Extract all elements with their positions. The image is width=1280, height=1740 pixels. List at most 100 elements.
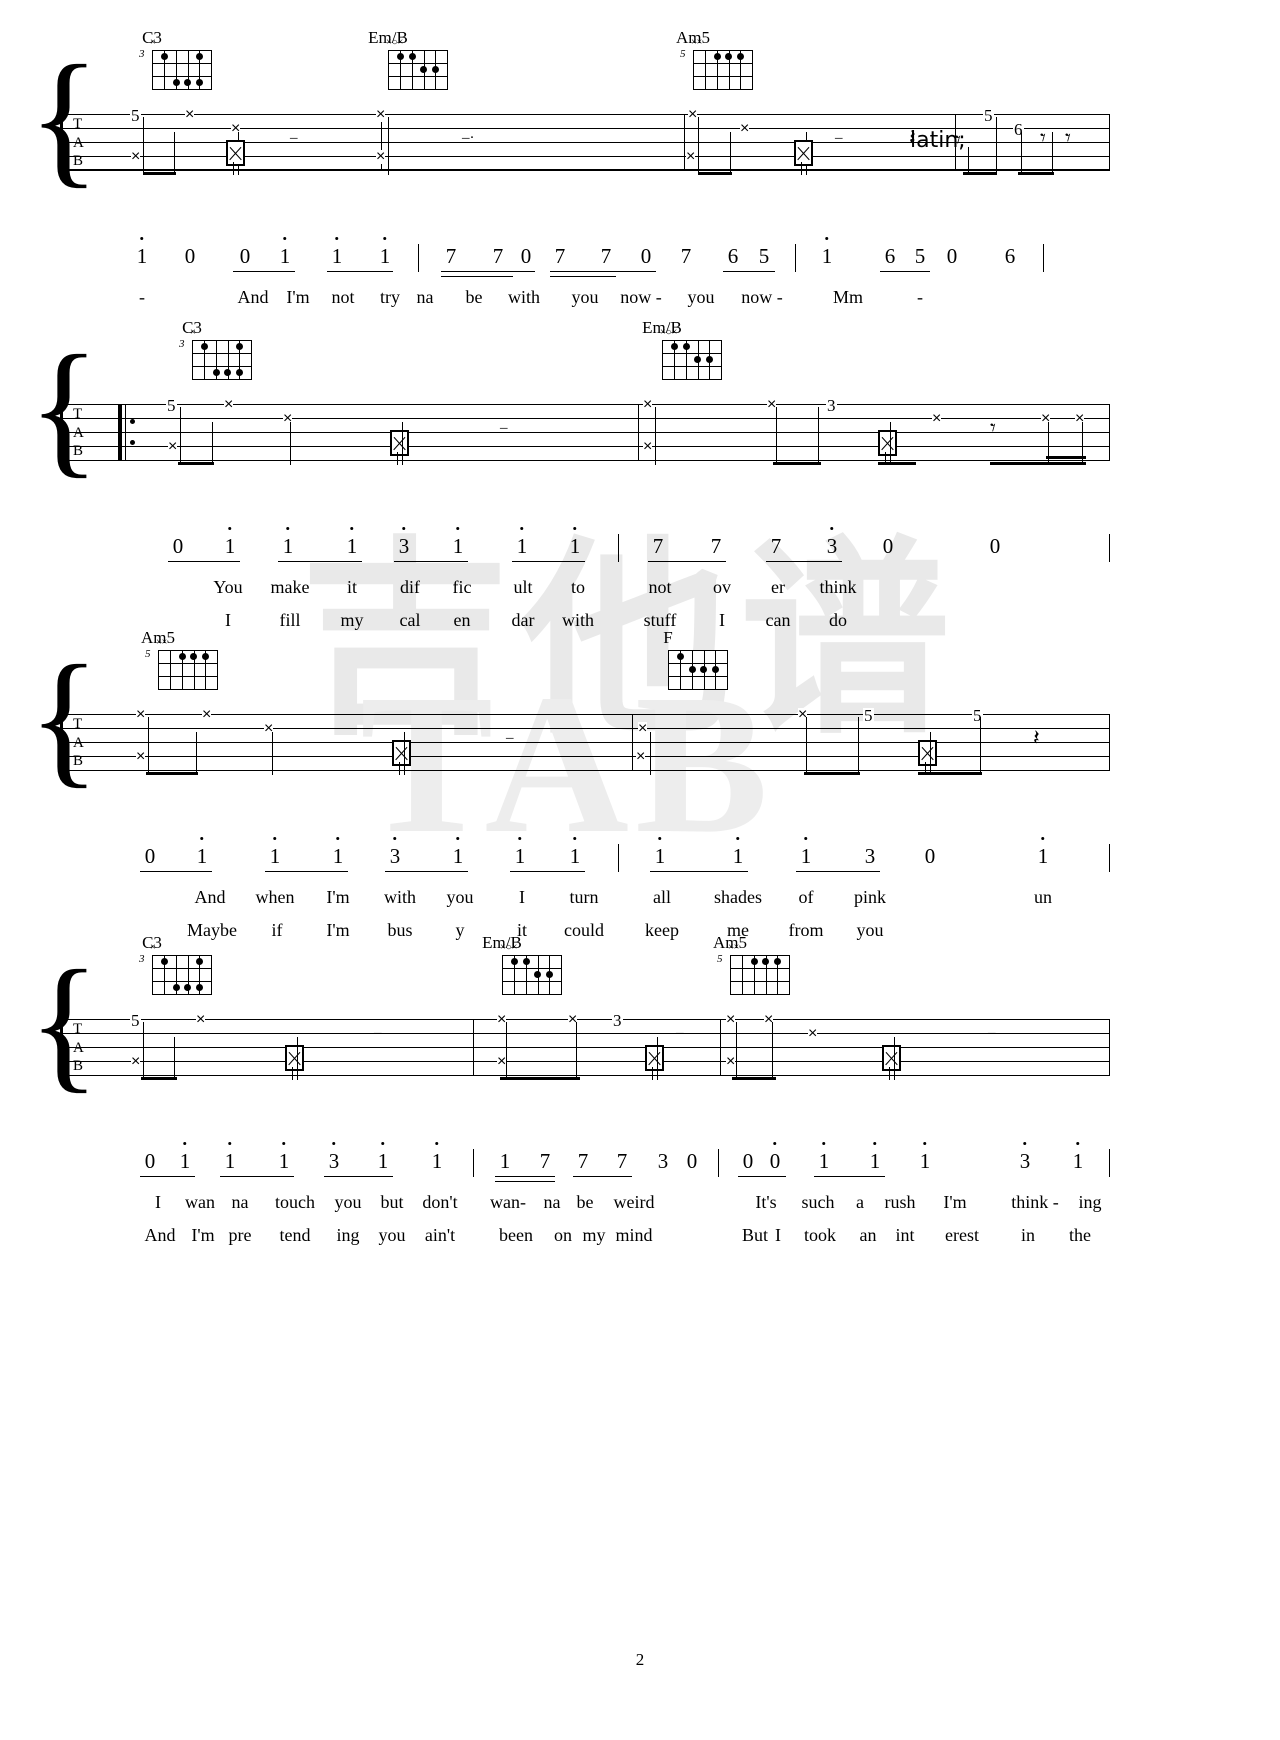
- lyric-syllable: I: [719, 611, 725, 629]
- system-3: Am5 5 ×× F {T A B × × × × – × × × 5 5 𝄽…: [0, 630, 1280, 948]
- system-4: C3 3 × Em/B ×○× Am5 5 ×× {T A B 5 × × –…: [0, 935, 1280, 1253]
- jianpu-note: 6: [885, 246, 896, 267]
- lyric-syllable: when: [256, 888, 295, 906]
- lyric-syllable: na: [417, 288, 434, 306]
- lyric-syllable: you: [688, 288, 715, 306]
- jianpu-note: 1: [1073, 1151, 1084, 1172]
- octave-dot: [229, 1142, 232, 1145]
- lyric-syllable: I: [155, 1193, 161, 1211]
- jianpu-note: 7: [540, 1151, 551, 1172]
- lyric-syllable: the: [1069, 1226, 1091, 1244]
- jianpu-note: 1: [801, 846, 812, 867]
- lyric-syllable: You: [213, 578, 242, 596]
- octave-dot: [351, 527, 354, 530]
- octave-dot: [333, 1142, 336, 1145]
- barline: [632, 714, 633, 770]
- lyric-syllable: but: [380, 1193, 403, 1211]
- chord-diagram-row-2: C3 3 × Em/B ×○×: [0, 320, 1280, 382]
- chord-finger-dot: [712, 666, 719, 673]
- jianpu-note: 0: [947, 246, 958, 267]
- string-mute-marker: ××: [691, 38, 702, 48]
- chord-base-fret: 5: [680, 48, 686, 60]
- jianpu-note: 1: [733, 846, 744, 867]
- jianpu-note: 7: [446, 246, 457, 267]
- lyric-syllable: don't: [422, 1193, 457, 1211]
- lyric-syllable: touch: [275, 1193, 315, 1211]
- jianpu-row-1: 1 0 0 1 1 1 7 7 0 7 7 0 7 6 5 1 6 5 0 6: [0, 246, 1280, 280]
- jianpu-note: 1: [920, 1151, 931, 1172]
- tab-clef-t: T: [73, 717, 82, 732]
- barline: [60, 1019, 63, 1075]
- tab-mute-x: ×: [376, 150, 385, 164]
- lyrics-row-2-line1: You make it dif fic ult to not ov er thi…: [0, 578, 1280, 605]
- chord-finger-dot: [196, 53, 203, 60]
- lyric-syllable: think: [819, 578, 856, 596]
- lyric-syllable: pink: [854, 888, 886, 906]
- chord-diagram-row-1: C3 3 × Em/B ×○× Am5 5 ××: [0, 30, 1280, 92]
- tab-mute-x: ×: [185, 108, 194, 122]
- chord-grid: [152, 50, 212, 90]
- rest-symbol: 𝄾: [955, 132, 961, 150]
- lyric-syllable: you: [379, 1226, 406, 1244]
- chord-grid: [662, 340, 722, 380]
- jianpu-note: 7: [617, 1151, 628, 1172]
- tab-mute-x: ×: [688, 108, 697, 122]
- chord-grid: [693, 50, 753, 90]
- jianpu-note: 1: [515, 846, 526, 867]
- octave-dot: [574, 837, 577, 840]
- octave-dot: [774, 1142, 777, 1145]
- octave-dot: [831, 527, 834, 530]
- octave-dot: [805, 837, 808, 840]
- tab-staff-2: { T A B 5 × × × – × × × 3 × 𝄾 × ×: [0, 382, 1280, 474]
- jianpu-note: 1: [180, 1151, 191, 1172]
- octave-dot: [283, 1142, 286, 1145]
- lyric-syllable: all: [653, 888, 671, 906]
- chord-finger-dot: [534, 971, 541, 978]
- lyric-syllable: be: [466, 288, 483, 306]
- jianpu-note: 3: [865, 846, 876, 867]
- barline: [1109, 1019, 1110, 1075]
- jianpu-note: 1: [332, 246, 343, 267]
- tab-mute-x: ×: [131, 1055, 140, 1069]
- tab-tie-dash: –: [988, 1029, 996, 1037]
- tab-mute-x: ×: [767, 398, 776, 412]
- lyric-syllable: not: [648, 578, 671, 596]
- jianpu-note: 0: [687, 1151, 698, 1172]
- tab-mute-x: ×: [131, 150, 140, 164]
- jianpu-note: 3: [390, 846, 401, 867]
- lyric-syllable: my: [340, 611, 363, 629]
- octave-dot: [436, 1142, 439, 1145]
- tab-tie-dash: –: [676, 1029, 684, 1037]
- chord-finger-dot: [196, 79, 203, 86]
- tab-dead-note-box: [794, 140, 813, 166]
- tab-mute-x: ×: [636, 750, 645, 764]
- tab-mute-x: ×: [726, 1013, 735, 1027]
- chord-base-fret: 3: [179, 338, 185, 350]
- lyric-syllable: think -: [1011, 1193, 1059, 1211]
- octave-dot: [519, 837, 522, 840]
- chord-finger-dot: [161, 53, 168, 60]
- chord-finger-dot: [213, 369, 220, 376]
- tab-mute-x: ×: [497, 1055, 506, 1069]
- lyric-syllable: -: [139, 288, 145, 306]
- jianpu-note: 1: [378, 1151, 389, 1172]
- tab-staff-1: { T A B 5 × × × – ×: [0, 92, 1280, 184]
- jianpu-note: 1: [270, 846, 281, 867]
- jianpu-note: 5: [759, 246, 770, 267]
- lyric-syllable: of: [799, 888, 814, 906]
- chord-finger-dot: [236, 343, 243, 350]
- tab-clef-b: B: [73, 444, 83, 459]
- octave-dot: [336, 237, 339, 240]
- tab-tie-dash: –: [290, 134, 298, 142]
- octave-dot: [284, 237, 287, 240]
- jianpu-note: 1: [453, 846, 464, 867]
- lyric-syllable: turn: [570, 888, 599, 906]
- jianpu-note: 3: [658, 1151, 669, 1172]
- jianpu-note: 7: [771, 536, 782, 557]
- string-mute-marker: ××: [728, 943, 739, 953]
- page-number: 2: [0, 1650, 1280, 1670]
- lyric-syllable: fic: [453, 578, 472, 596]
- lyric-syllable: erest: [945, 1226, 979, 1244]
- jianpu-note: 1: [870, 1151, 881, 1172]
- chord-grid: [730, 955, 790, 995]
